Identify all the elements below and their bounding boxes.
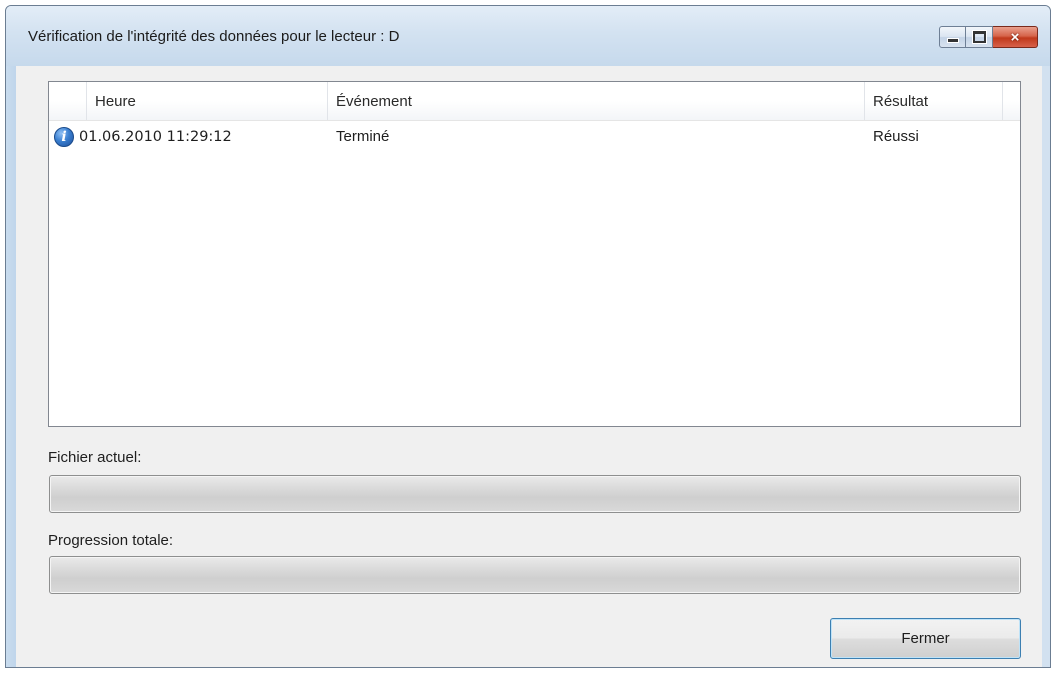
list-header: Heure Événement Résultat	[49, 82, 1020, 121]
close-icon: ×	[1010, 28, 1020, 46]
column-header-result[interactable]: Résultat	[865, 82, 1003, 120]
close-window-button[interactable]: ×	[993, 26, 1038, 48]
minimize-button[interactable]	[939, 26, 966, 48]
minimize-icon	[946, 38, 959, 43]
caption-buttons: ×	[939, 26, 1038, 50]
total-progress-label: Progression totale:	[48, 532, 174, 549]
table-row[interactable]: i 01.06.2010 11:29:12 Terminé Réussi	[49, 122, 1020, 152]
column-header-icon[interactable]	[49, 82, 87, 120]
column-header-time[interactable]: Heure	[87, 82, 328, 120]
close-button[interactable]: Fermer	[830, 618, 1021, 659]
dialog-body: Heure Événement Résultat i 01.06.2010 11…	[16, 66, 1042, 667]
dialog-window: Vérification de l'intégrité des données …	[5, 5, 1051, 668]
current-file-progress-bar	[49, 475, 1021, 513]
row-time: 01.06.2010 11:29:12	[79, 129, 232, 145]
window-title: Vérification de l'intégrité des données …	[28, 28, 400, 45]
column-header-event[interactable]: Événement	[328, 82, 865, 120]
title-bar[interactable]: Vérification de l'intégrité des données …	[6, 6, 1050, 66]
event-log-list[interactable]: Heure Événement Résultat i 01.06.2010 11…	[48, 81, 1021, 427]
total-progress-bar	[49, 556, 1021, 594]
row-result: Réussi	[873, 128, 919, 145]
maximize-button[interactable]	[966, 26, 993, 48]
current-file-label: Fichier actuel:	[48, 449, 142, 466]
maximize-icon	[972, 31, 986, 43]
row-event: Terminé	[336, 128, 390, 145]
info-icon: i	[54, 127, 74, 147]
